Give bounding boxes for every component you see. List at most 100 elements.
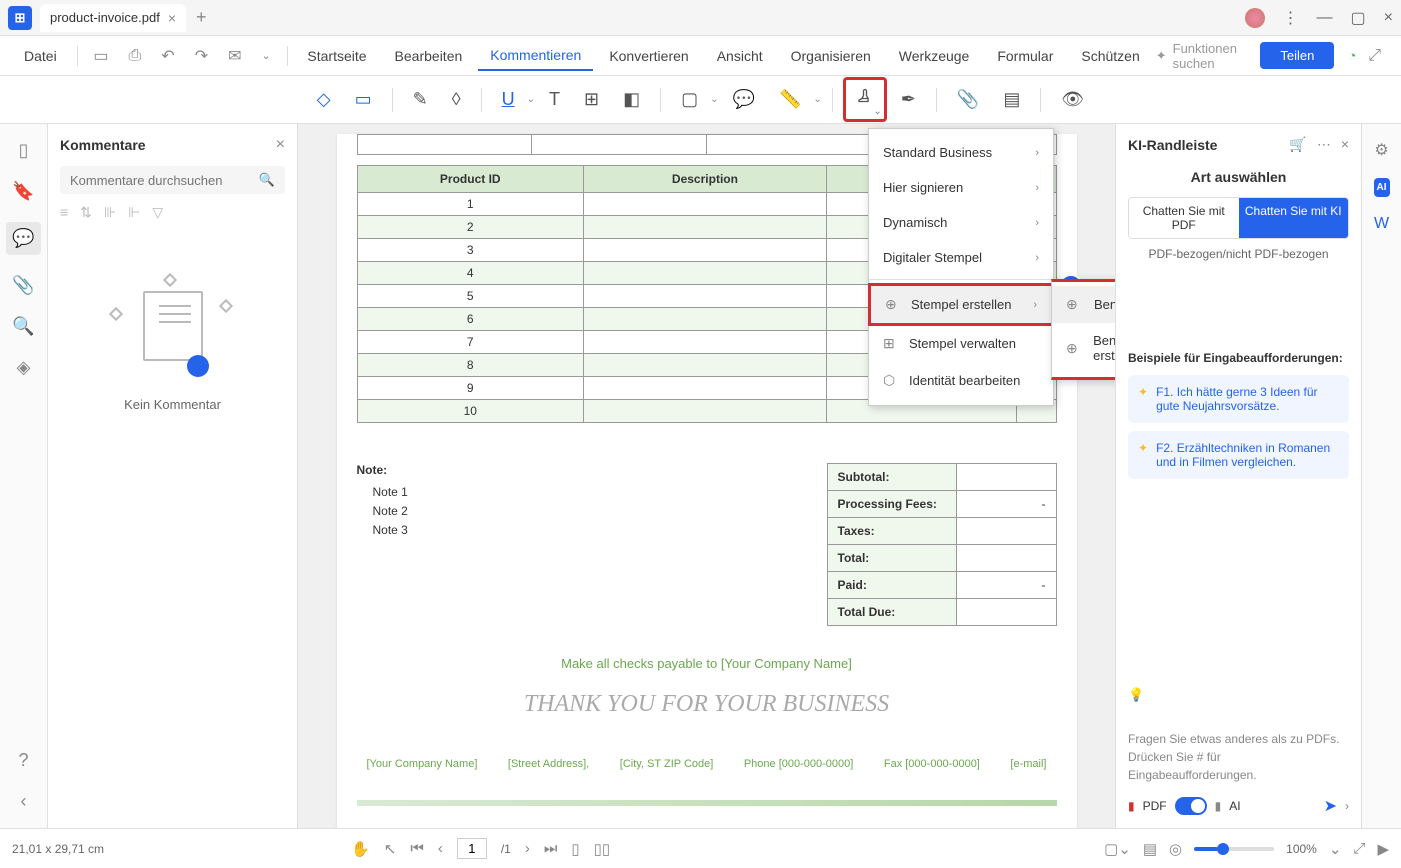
- comments-rail-icon[interactable]: 💬: [6, 222, 40, 255]
- sort-icon[interactable]: ⇅: [80, 204, 92, 221]
- last-page-icon[interactable]: ⏭: [544, 840, 558, 857]
- chevron-down-icon[interactable]: ⌄: [254, 45, 279, 66]
- prompt-card[interactable]: ✦ F2. Erzähltechniken in Romanen und in …: [1128, 431, 1349, 479]
- menu-startseite[interactable]: Startseite: [295, 42, 378, 70]
- stamp-sign-here[interactable]: Hier signieren›: [869, 170, 1053, 205]
- stamp-create[interactable]: ⊕ Stempel erstellen›: [868, 283, 1054, 326]
- note-tool[interactable]: ▭: [345, 81, 382, 118]
- prev-page-icon[interactable]: ‹: [438, 840, 443, 857]
- expand-icon[interactable]: ⤢: [1360, 43, 1389, 69]
- function-search[interactable]: ✦ Funktionen suchen: [1156, 41, 1241, 71]
- eraser-tool[interactable]: ◊: [442, 81, 471, 118]
- view-mode-icon[interactable]: ▢⌄: [1104, 840, 1131, 858]
- add-tab-button[interactable]: +: [186, 7, 217, 28]
- close-panel-icon[interactable]: ×: [276, 136, 285, 154]
- close-ai-icon[interactable]: ×: [1341, 136, 1349, 153]
- pencil-tool[interactable]: ✎: [403, 81, 438, 118]
- chat-mode-toggle[interactable]: Chatten Sie mit PDF Chatten Sie mit KI: [1128, 197, 1349, 239]
- search-rail-icon[interactable]: 🔍: [12, 316, 34, 337]
- presentation-icon[interactable]: ▶: [1377, 840, 1389, 858]
- comment-tool[interactable]: 💬: [723, 81, 765, 118]
- kebab-icon[interactable]: ⋮: [1283, 8, 1299, 28]
- close-window-icon[interactable]: ×: [1384, 9, 1393, 27]
- callout-tool[interactable]: ◧: [613, 81, 650, 118]
- mode-toggle[interactable]: [1175, 797, 1207, 815]
- collapse-icon[interactable]: ‹: [20, 791, 26, 812]
- help-icon[interactable]: ?: [18, 750, 28, 771]
- menu-schuetzen[interactable]: Schützen: [1069, 42, 1151, 70]
- text-tool[interactable]: T: [539, 81, 570, 118]
- create-custom-stamp[interactable]: ⊕ Benutzerdefinierten Stempel erstellen: [1052, 286, 1115, 323]
- user-avatar[interactable]: [1245, 8, 1265, 28]
- menu-file[interactable]: Datei: [12, 42, 69, 70]
- undo-icon[interactable]: ↶: [153, 42, 182, 70]
- attachment-tool[interactable]: 📎: [947, 81, 989, 118]
- funnel-icon[interactable]: ▽: [152, 204, 163, 221]
- menu-kommentieren[interactable]: Kommentieren: [478, 41, 593, 71]
- shape-tool[interactable]: ▢: [671, 81, 708, 118]
- search-input[interactable]: [70, 173, 259, 188]
- more-icon[interactable]: ⋯: [1317, 136, 1331, 153]
- search-icon[interactable]: 🔍: [259, 172, 275, 188]
- close-icon[interactable]: ×: [168, 10, 176, 26]
- thumbnails-icon[interactable]: ▯: [19, 140, 29, 161]
- fit-icon[interactable]: ◎: [1169, 840, 1182, 858]
- underline-tool[interactable]: U: [492, 81, 525, 118]
- menu-formular[interactable]: Formular: [985, 42, 1065, 70]
- stamp-digital[interactable]: Digitaler Stempel›: [869, 240, 1053, 275]
- attachments-icon[interactable]: 📎: [12, 275, 34, 296]
- two-page-icon[interactable]: ▯▯: [594, 840, 611, 858]
- menu-bearbeiten[interactable]: Bearbeiten: [383, 42, 475, 70]
- mail-icon[interactable]: ✉: [220, 42, 249, 70]
- filter1-icon[interactable]: ⊪: [104, 204, 116, 221]
- menu-ansicht[interactable]: Ansicht: [705, 42, 775, 70]
- next-page-icon[interactable]: ›: [525, 840, 530, 857]
- ai-icon[interactable]: AI: [1374, 178, 1390, 197]
- stamp-tool[interactable]: ⌄: [843, 77, 887, 122]
- hand-tool-icon[interactable]: ✋: [351, 840, 370, 858]
- select-tool-icon[interactable]: ↖: [384, 840, 397, 858]
- chat-ai-option[interactable]: Chatten Sie mit KI: [1239, 198, 1349, 238]
- prompt-card[interactable]: ✦ F1. Ich hätte gerne 3 Ideen für gute N…: [1128, 375, 1349, 423]
- minimize-icon[interactable]: —: [1317, 9, 1333, 27]
- single-page-icon[interactable]: ▯: [571, 840, 579, 858]
- page-number-input[interactable]: [457, 838, 487, 859]
- settings-icon[interactable]: ⚙: [1374, 140, 1388, 160]
- form-tool[interactable]: ▤: [993, 81, 1030, 118]
- stamp-dynamic[interactable]: Dynamisch›: [869, 205, 1053, 240]
- filter2-icon[interactable]: ⊩: [128, 204, 140, 221]
- highlight-tool[interactable]: ◇: [307, 81, 341, 118]
- menu-organisieren[interactable]: Organisieren: [779, 42, 883, 70]
- show-comments-tool[interactable]: 👁: [1051, 81, 1094, 118]
- zoom-dropdown-icon[interactable]: ⌄: [1329, 840, 1342, 858]
- document-tab[interactable]: product-invoice.pdf ×: [40, 4, 186, 32]
- caret-icon[interactable]: ⌄: [710, 94, 718, 105]
- share-button[interactable]: Teilen: [1260, 42, 1334, 69]
- expand-ai-icon[interactable]: ›: [1345, 799, 1349, 813]
- layers-icon[interactable]: ◈: [17, 357, 31, 378]
- stamp-standard-business[interactable]: Standard Business›: [869, 135, 1053, 170]
- send-icon[interactable]: ➤: [1324, 796, 1337, 816]
- cart-icon[interactable]: 🛒: [1289, 136, 1306, 153]
- caret-icon[interactable]: ⌄: [527, 94, 535, 105]
- comment-search[interactable]: 🔍: [60, 166, 285, 194]
- maximize-icon[interactable]: ▢: [1351, 8, 1366, 28]
- menu-konvertieren[interactable]: Konvertieren: [597, 42, 700, 70]
- first-page-icon[interactable]: ⏮: [410, 840, 424, 857]
- open-icon[interactable]: ▭: [85, 42, 116, 70]
- stamp-identity[interactable]: ⬡ Identität bearbeiten: [869, 362, 1053, 399]
- textbox-tool[interactable]: ⊞: [574, 81, 609, 118]
- measure-tool[interactable]: 📏: [769, 81, 811, 118]
- bookmarks-icon[interactable]: 🔖: [12, 181, 34, 202]
- signature-tool[interactable]: ✒: [891, 81, 926, 118]
- redo-icon[interactable]: ↷: [187, 42, 216, 70]
- bulb-icon[interactable]: 💡: [1128, 687, 1349, 703]
- list-icon[interactable]: ≡: [60, 204, 68, 221]
- stamp-manage[interactable]: ⊞ Stempel verwalten: [869, 325, 1053, 362]
- cloud-sync-icon[interactable]: ◔: [1348, 48, 1356, 63]
- create-dynamic-stamp[interactable]: ⊕ Benutzerdefinierten dynamischen Stempe…: [1052, 323, 1115, 373]
- menu-werkzeuge[interactable]: Werkzeuge: [887, 42, 982, 70]
- word-export-icon[interactable]: W: [1374, 215, 1389, 233]
- print-icon[interactable]: ⎙: [120, 43, 149, 69]
- caret-icon[interactable]: ⌄: [813, 94, 821, 105]
